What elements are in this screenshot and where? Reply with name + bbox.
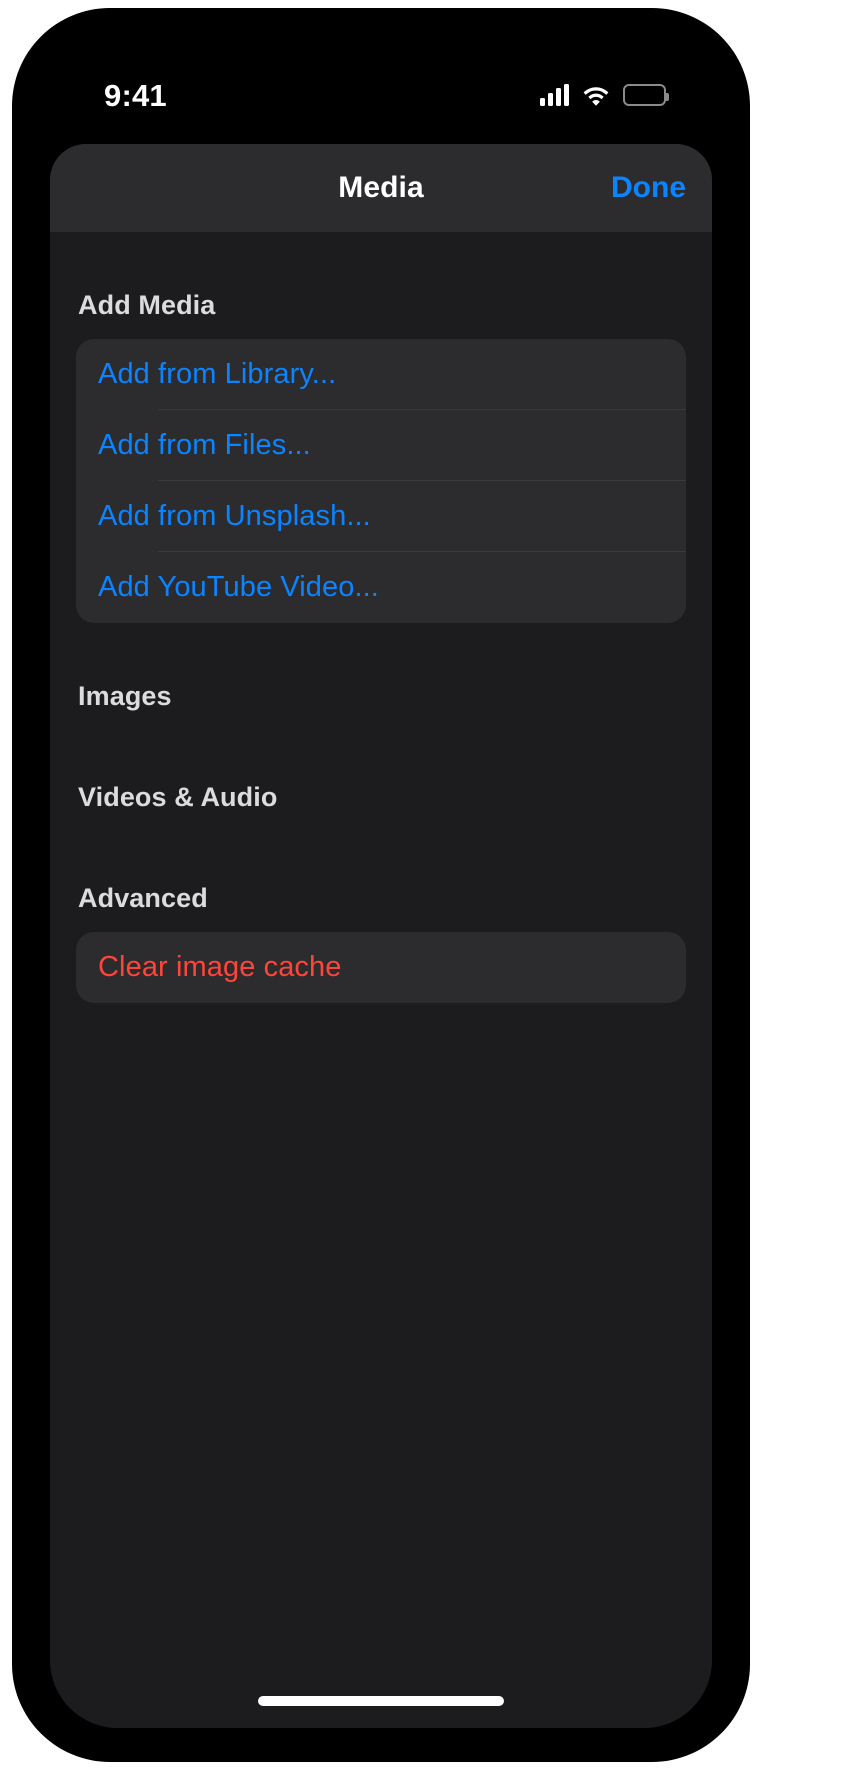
device-frame: 9:41 Media Done Add Media Add from Libra…	[14, 10, 748, 1760]
row-label: Add YouTube Video...	[98, 571, 379, 603]
battery-full-icon	[623, 84, 669, 106]
row-label: Add from Library...	[98, 358, 337, 390]
add-media-card: Add from Library... Add from Files... Ad…	[76, 339, 686, 623]
section-header-videos-audio: Videos & Audio	[78, 782, 278, 812]
wifi-icon	[582, 84, 610, 106]
row-add-from-files[interactable]: Add from Files...	[76, 410, 686, 481]
status-bar-icons	[540, 84, 669, 106]
row-add-youtube-video[interactable]: Add YouTube Video...	[76, 552, 686, 623]
cellular-signal-icon	[540, 84, 569, 106]
row-label: Add from Files...	[98, 429, 311, 461]
settings-content: Add Media Add from Library... Add from F…	[50, 232, 712, 1728]
advanced-card: Clear image cache	[76, 932, 686, 1003]
page-title: Media	[338, 171, 424, 204]
row-add-from-library[interactable]: Add from Library...	[76, 339, 686, 410]
section-header-advanced: Advanced	[78, 883, 208, 913]
row-label: Clear image cache	[98, 951, 342, 983]
status-bar: 9:41	[50, 42, 712, 134]
row-add-from-unsplash[interactable]: Add from Unsplash...	[76, 481, 686, 552]
done-button[interactable]: Done	[611, 171, 686, 205]
navigation-bar: Media Done	[50, 144, 712, 232]
row-clear-image-cache[interactable]: Clear image cache	[76, 932, 686, 1003]
row-label: Add from Unsplash...	[98, 500, 371, 532]
section-header-add-media: Add Media	[78, 290, 216, 320]
home-indicator	[258, 1696, 504, 1706]
device-screen: 9:41 Media Done Add Media Add from Libra…	[50, 42, 712, 1728]
status-bar-time: 9:41	[104, 77, 167, 113]
media-modal-sheet: Media Done Add Media Add from Library...…	[50, 144, 712, 1728]
section-header-images: Images	[78, 681, 172, 711]
